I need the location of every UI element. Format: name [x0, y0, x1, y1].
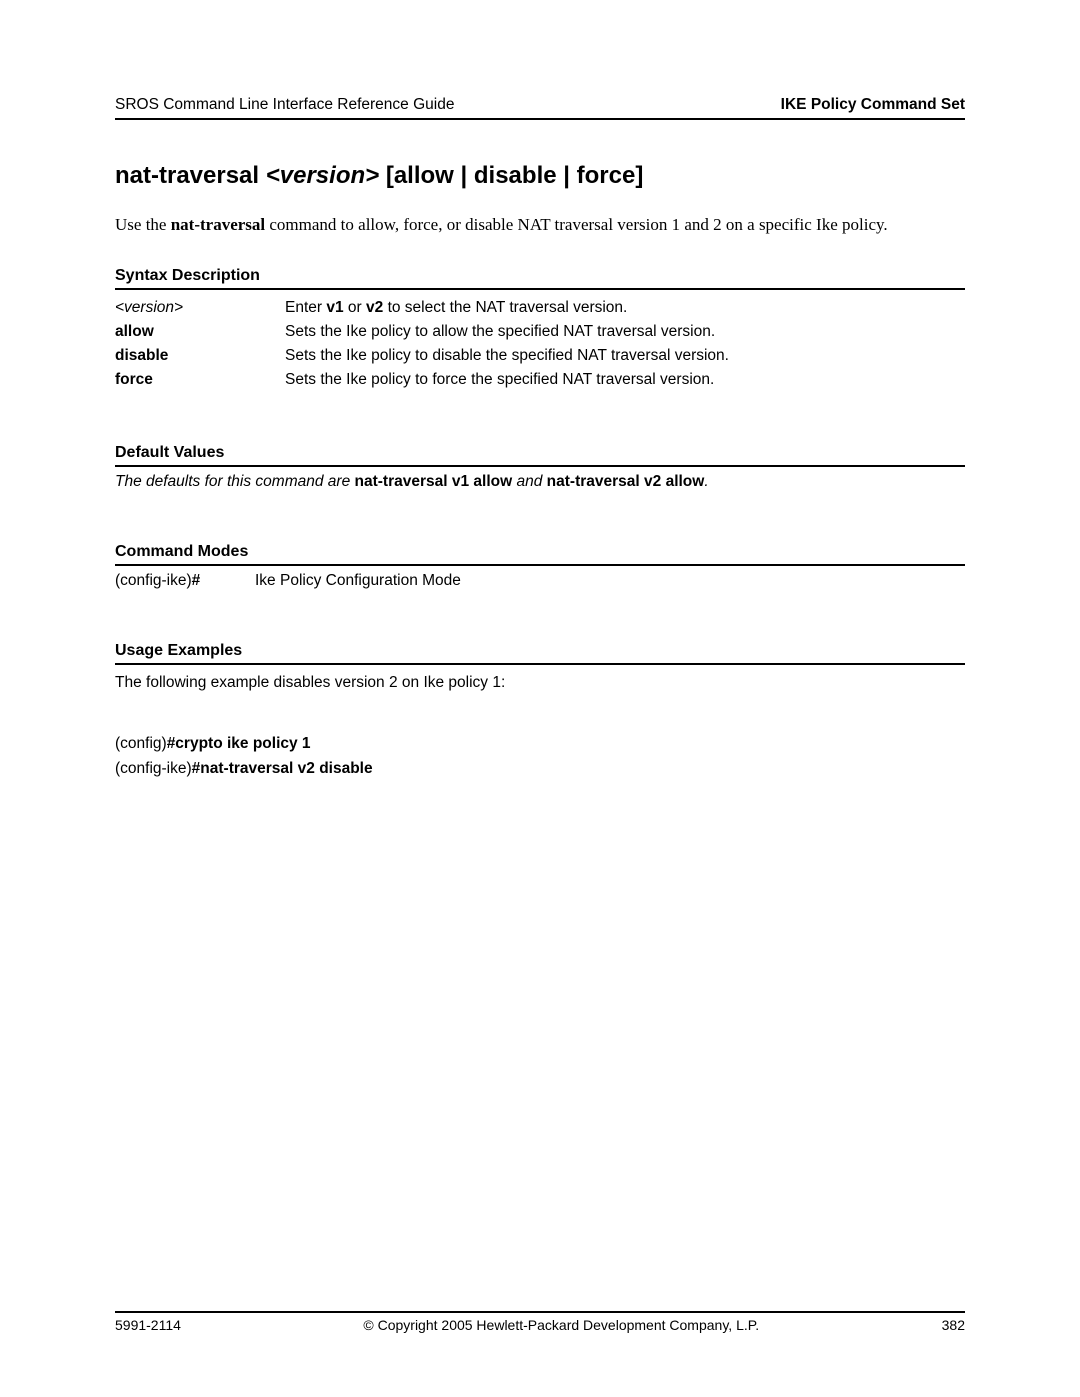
- section-syntax-heading: Syntax Description: [115, 267, 965, 290]
- syntax-row: <version> Enter v1 or v2 to select the N…: [115, 296, 965, 320]
- syntax-desc: Sets the Ike policy to allow the specifi…: [285, 323, 965, 341]
- usage-line-1: (config)#crypto ike policy 1: [115, 732, 965, 757]
- usage-line-2: (config-ike)#nat-traversal v2 disable: [115, 757, 965, 782]
- page-container: SROS Command Line Interface Reference Gu…: [0, 0, 1080, 1397]
- usage-line-pre: (config): [115, 735, 167, 752]
- syntax-row: disable Sets the Ike policy to disable t…: [115, 344, 965, 368]
- command-title: nat-traversal <version> [allow | disable…: [115, 162, 965, 190]
- header-right: IKE Policy Command Set: [781, 96, 965, 114]
- title-arg: <version>: [266, 162, 379, 189]
- defaults-pre: The defaults for this command are: [115, 473, 355, 490]
- syntax-desc-text: or: [344, 299, 366, 316]
- modes-prompt: (config-ike)#: [115, 572, 255, 590]
- syntax-term: disable: [115, 347, 285, 365]
- defaults-bold: nat-traversal v2 allow: [547, 473, 705, 490]
- footer-center: © Copyright 2005 Hewlett-Packard Develop…: [363, 1317, 759, 1333]
- syntax-desc: Sets the Ike policy to force the specifi…: [285, 371, 965, 389]
- intro-post: command to allow, force, or disable NAT …: [265, 215, 888, 234]
- syntax-desc: Enter v1 or v2 to select the NAT travers…: [285, 299, 965, 317]
- syntax-table: <version> Enter v1 or v2 to select the N…: [115, 296, 965, 392]
- syntax-term: allow: [115, 323, 285, 341]
- modes-prompt-pre: (config-ike): [115, 572, 192, 589]
- page-header: SROS Command Line Interface Reference Gu…: [115, 96, 965, 120]
- title-cmd: nat-traversal: [115, 162, 259, 189]
- section-modes-heading: Command Modes: [115, 543, 965, 566]
- syntax-desc-text: Enter: [285, 299, 326, 316]
- syntax-desc-bold: v2: [366, 299, 383, 316]
- usage-line-bold: #crypto ike policy 1: [167, 735, 311, 752]
- defaults-text: The defaults for this command are nat-tr…: [115, 473, 965, 491]
- defaults-bold: nat-traversal v1 allow: [355, 473, 513, 490]
- usage-intro: The following example disables version 2…: [115, 671, 965, 694]
- title-options: [allow | disable | force]: [386, 162, 643, 189]
- intro-paragraph: Use the nat-traversal command to allow, …: [115, 214, 965, 237]
- footer-left: 5991-2114: [115, 1317, 181, 1333]
- section-defaults-heading: Default Values: [115, 444, 965, 467]
- usage-line-bold: #nat-traversal v2 disable: [192, 760, 373, 777]
- usage-line-pre: (config-ike): [115, 760, 192, 777]
- syntax-desc-text: to select the NAT traversal version.: [383, 299, 627, 316]
- intro-pre: Use the: [115, 215, 171, 234]
- usage-commands: (config)#crypto ike policy 1 (config-ike…: [115, 732, 965, 782]
- modes-prompt-hash: #: [192, 572, 201, 589]
- modes-row: (config-ike)# Ike Policy Configuration M…: [115, 572, 965, 590]
- footer-right: 382: [942, 1317, 965, 1333]
- syntax-desc: Sets the Ike policy to disable the speci…: [285, 347, 965, 365]
- syntax-row: force Sets the Ike policy to force the s…: [115, 368, 965, 392]
- syntax-row: allow Sets the Ike policy to allow the s…: [115, 320, 965, 344]
- syntax-term: force: [115, 371, 285, 389]
- page-footer: 5991-2114 © Copyright 2005 Hewlett-Packa…: [115, 1311, 965, 1333]
- intro-bold: nat-traversal: [171, 215, 265, 234]
- header-left: SROS Command Line Interface Reference Gu…: [115, 96, 454, 114]
- syntax-desc-bold: v1: [326, 299, 343, 316]
- section-usage-heading: Usage Examples: [115, 642, 965, 665]
- defaults-post: .: [704, 473, 708, 490]
- modes-desc: Ike Policy Configuration Mode: [255, 572, 461, 590]
- defaults-mid: and: [512, 473, 546, 490]
- modes-table: (config-ike)# Ike Policy Configuration M…: [115, 572, 965, 590]
- syntax-term: <version>: [115, 299, 285, 317]
